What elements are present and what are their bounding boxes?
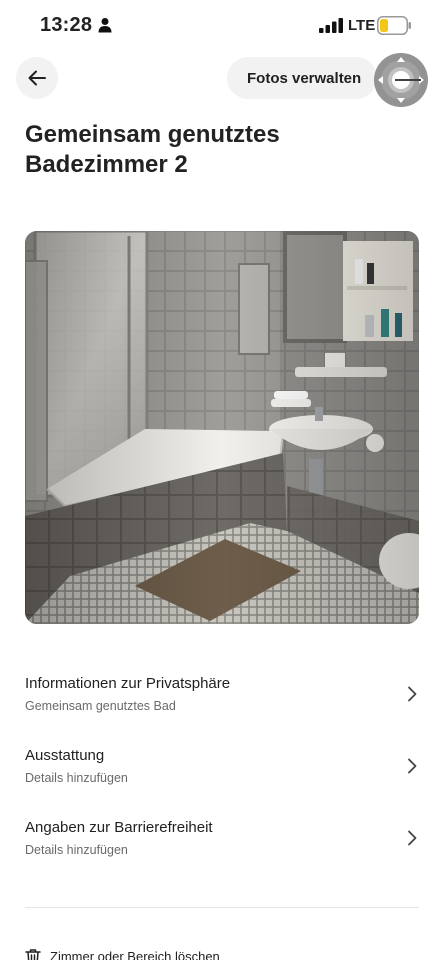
network-type: LTE <box>348 17 376 34</box>
privacy-info-subtitle: Gemeinsam genutztes Bad <box>25 699 176 713</box>
bathroom-photo <box>25 231 419 624</box>
battery-icon <box>377 16 411 35</box>
chevron-right-icon <box>408 758 417 774</box>
assistive-touch-button[interactable] <box>374 53 428 107</box>
status-bar: 13:28 LTE <box>0 0 444 52</box>
signal-icon <box>319 18 343 33</box>
privacy-info-item[interactable]: Informationen zur Privatsphäre Gemeinsam… <box>25 675 419 735</box>
back-button[interactable] <box>16 57 58 99</box>
chevron-right-icon <box>408 686 417 702</box>
room-photo[interactable] <box>25 231 419 624</box>
assistive-touch-icon <box>378 57 424 103</box>
accessibility-title: Angaben zur Barrierefreiheit <box>25 819 213 836</box>
manage-photos-label: Fotos verwalten <box>247 69 362 87</box>
amenities-item[interactable]: Ausstattung Details hinzufügen <box>25 747 419 807</box>
accessibility-subtitle: Details hinzufügen <box>25 843 128 857</box>
page-title: Gemeinsam genutztes Badezimmer 2 <box>25 121 280 178</box>
delete-room-label: Zimmer oder Bereich löschen <box>50 949 220 960</box>
amenities-title: Ausstattung <box>25 747 105 764</box>
status-time: 13:28 <box>40 14 93 36</box>
manage-photos-button[interactable]: Fotos verwalten <box>227 57 377 99</box>
accessibility-item[interactable]: Angaben zur Barrierefreiheit Details hin… <box>25 819 419 879</box>
trash-icon <box>25 949 41 960</box>
divider <box>25 907 419 908</box>
privacy-info-title: Informationen zur Privatsphäre <box>25 675 231 692</box>
arrow-left-icon <box>28 70 46 86</box>
amenities-subtitle: Details hinzufügen <box>25 771 128 785</box>
person-icon <box>98 18 112 33</box>
chevron-right-icon <box>408 830 417 846</box>
